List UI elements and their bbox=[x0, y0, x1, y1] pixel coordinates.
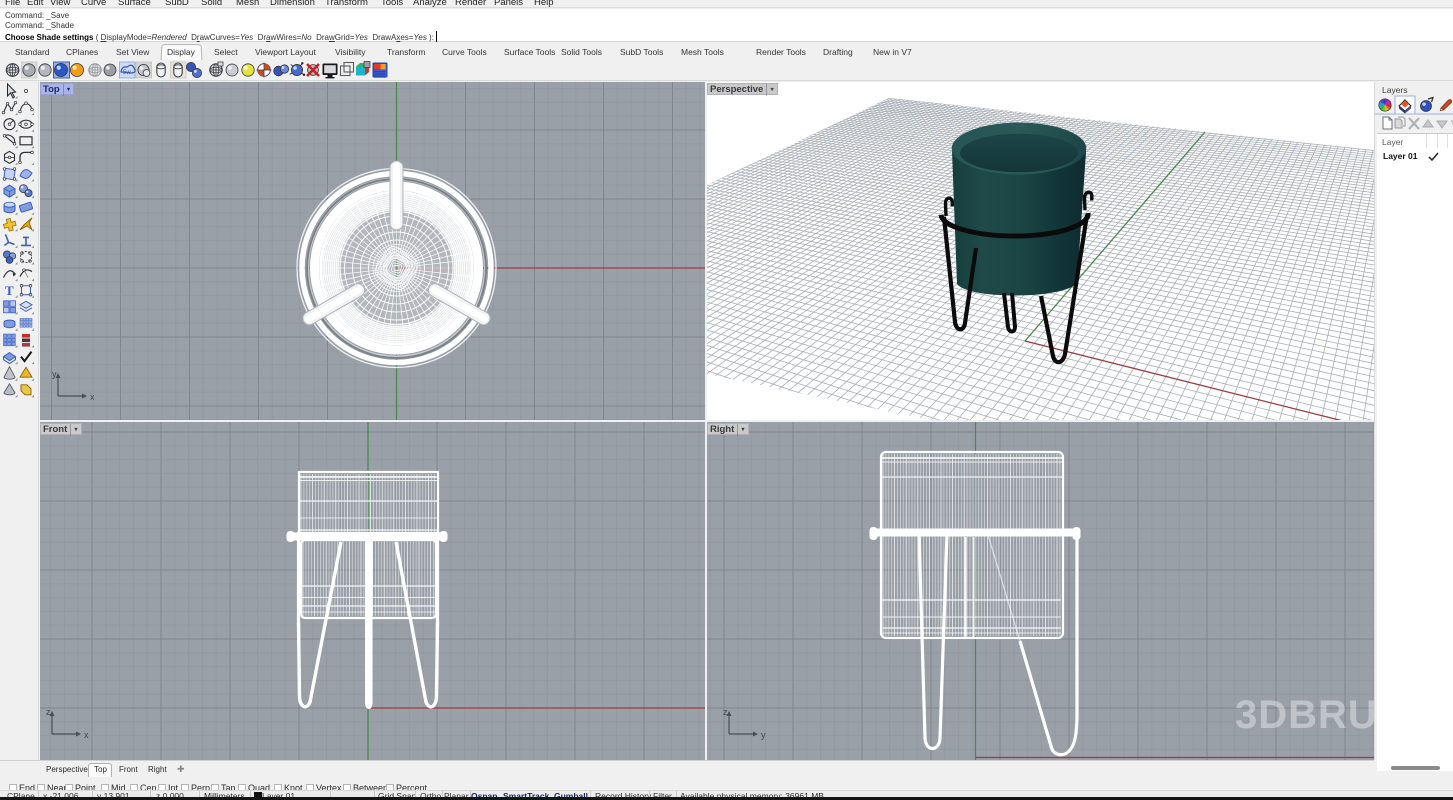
svg-text:x: x bbox=[84, 730, 89, 740]
svg-text:y: y bbox=[52, 369, 57, 379]
svg-text:z: z bbox=[723, 707, 728, 717]
svg-text:x: x bbox=[90, 392, 95, 402]
svg-text:5w: 5w bbox=[123, 70, 131, 76]
svg-text:z: z bbox=[46, 707, 51, 717]
svg-text:3DBRUTE: 3DBRUTE bbox=[1235, 693, 1374, 737]
svg-text:T: T bbox=[5, 283, 14, 298]
svg-text:y: y bbox=[761, 730, 766, 740]
